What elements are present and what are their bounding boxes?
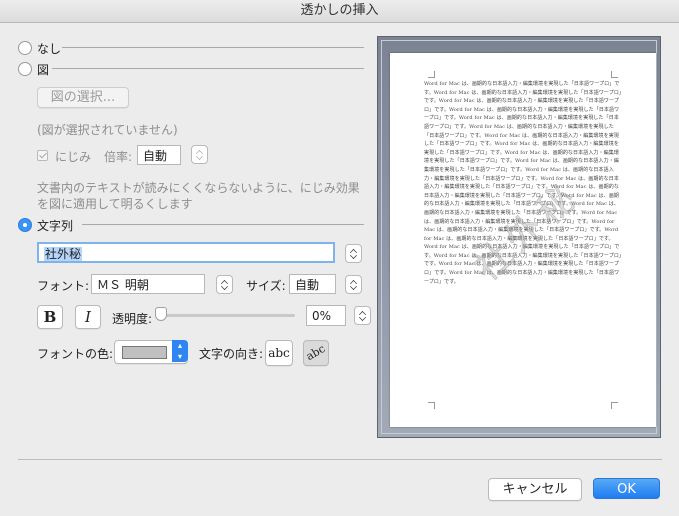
no-picture-text: (図が選択されていません) [37,123,178,137]
orientation-horizontal-button[interactable]: abc [265,340,293,366]
orientation-diagonal-button[interactable]: abc [303,340,329,366]
preview-page: Word for Mac は、画期的な日本語入力・編集環境を実現した「日本語ワー… [390,53,656,427]
scale-stepper[interactable] [191,145,208,164]
washout-description: 文書内のテキストが読みにくくならないように、にじみ効果を図に適用して明るくします [37,181,360,211]
text-radio[interactable] [18,218,32,232]
font-color-swatch [122,346,167,359]
transparency-field[interactable]: 0% [306,305,346,326]
font-color-label: フォントの色: [37,347,114,361]
orientation-diagonal-label: abc [303,341,328,364]
picture-label: 図 [37,63,50,77]
font-label: フォント: [37,279,90,293]
font-color-picker[interactable]: ▴ ▾ [114,340,188,364]
size-dropdown[interactable] [345,275,362,294]
watermark-text-input[interactable]: 社外秘 [37,242,335,263]
page-corner-mark [611,71,618,78]
scale-field[interactable]: 自動 [137,145,181,165]
window-title: 透かしの挿入 [0,0,679,23]
select-picture-button[interactable]: 図の選択... [37,87,129,108]
transparency-label: 透明度: [112,312,153,326]
none-label: なし [37,42,62,56]
picture-radio[interactable] [18,62,32,76]
watermark-text-value: 社外秘 [44,247,83,261]
footer-divider [18,459,662,460]
picture-divider [52,68,364,69]
text-divider [82,224,364,225]
transparency-slider-track[interactable] [157,314,295,317]
none-divider [62,47,364,48]
washout-checkbox[interactable] [37,150,48,161]
font-field[interactable]: ＭＳ 明朝 [91,274,205,294]
none-radio[interactable] [18,41,32,55]
scale-label: 倍率: [104,150,133,164]
bold-button[interactable]: B [37,305,63,329]
italic-button[interactable]: I [75,305,101,329]
size-field[interactable]: 自動 [289,274,336,294]
chevron-updown-icon: ▴ ▾ [172,340,188,362]
cancel-button[interactable]: キャンセル [488,478,582,501]
page-corner-mark [428,402,435,409]
washout-label: にじみ [55,150,92,164]
orientation-label: 文字の向き: [199,347,264,361]
transparency-stepper[interactable] [354,306,371,325]
page-corner-mark [428,71,435,78]
watermark-text-dropdown[interactable] [345,244,362,263]
preview-pane: Word for Mac は、画期的な日本語入力・編集環境を実現した「日本語ワー… [377,36,661,438]
transparency-slider-knob[interactable] [155,307,167,321]
preview-frame: Word for Mac は、画期的な日本語入力・編集環境を実現した「日本語ワー… [381,40,657,434]
page-corner-mark [611,402,618,409]
font-dropdown[interactable] [216,275,233,294]
ok-button[interactable]: OK [593,478,660,499]
text-label: 文字列 [37,219,74,233]
size-label: サイズ: [246,279,286,293]
